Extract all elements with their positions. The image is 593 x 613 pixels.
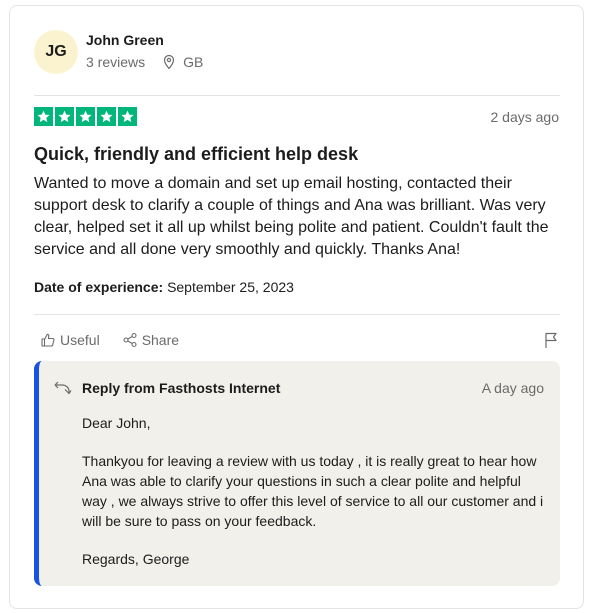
company-reply: Reply from Fasthosts Internet A day ago … (34, 361, 560, 586)
star-icon (34, 107, 53, 126)
reply-signoff: Regards, George (82, 551, 190, 567)
experience-label: Date of experience: (34, 279, 164, 295)
divider (34, 95, 560, 96)
reviewer-meta: 3 reviews GB (86, 54, 203, 70)
star-icon (97, 107, 116, 126)
reply-body: Dear John, Thankyou for leaving a review… (82, 413, 547, 587)
reply-date: A day ago (481, 380, 544, 396)
reviewer-name[interactable]: John Green (86, 32, 164, 48)
share-button[interactable]: Share (122, 332, 179, 348)
star-icon (55, 107, 74, 126)
star-icon (118, 107, 137, 126)
flag-icon (545, 332, 557, 348)
review-date: 2 days ago (490, 109, 560, 125)
reply-title: Reply from Fasthosts Internet (82, 380, 281, 396)
share-label: Share (141, 332, 180, 348)
avatar-initials: JG (45, 43, 67, 60)
share-icon (123, 332, 137, 348)
reviewer-country: GB (183, 54, 204, 70)
divider (34, 314, 560, 315)
star-rating (34, 107, 137, 126)
useful-label: Useful (60, 332, 100, 348)
review-body: Wanted to move a domain and set up email… (34, 175, 549, 258)
star-icon (76, 107, 95, 126)
experience-date: September 25, 2023 (167, 279, 294, 295)
location-pin-icon (161, 54, 177, 70)
thumbs-up-icon (41, 333, 55, 347)
flag-button[interactable] (543, 331, 559, 354)
reply-greeting: Dear John, (82, 415, 151, 431)
date-of-experience: Date of experience: September 25, 2023 (34, 279, 294, 295)
useful-button[interactable]: Useful (40, 332, 100, 348)
review-actions: Useful Share (40, 332, 201, 348)
review-card: JG John Green 3 reviews GB 2 days ago Qu… (9, 5, 584, 609)
review-count: 3 reviews (86, 54, 146, 70)
reply-arrow-icon (54, 381, 72, 402)
reply-paragraph: Thankyou for leaving a review with us to… (82, 453, 544, 529)
review-title[interactable]: Quick, friendly and efficient help desk (34, 144, 358, 165)
avatar[interactable]: JG (34, 30, 78, 74)
